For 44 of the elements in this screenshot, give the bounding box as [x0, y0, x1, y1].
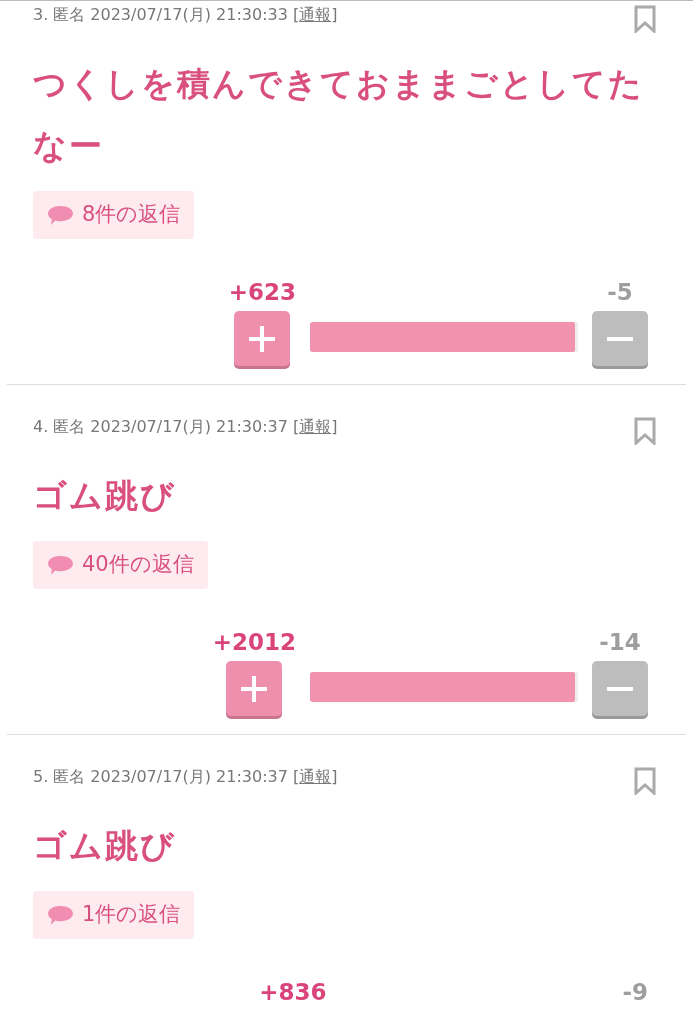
- post-title[interactable]: つくしを積んできておままごとしてたなー: [33, 53, 660, 177]
- bracket: ]: [331, 4, 338, 26]
- bracket: [: [292, 766, 300, 788]
- minus-score: -14: [599, 629, 641, 655]
- post-number: 4.: [33, 416, 49, 438]
- speech-bubble-icon: [47, 904, 74, 926]
- plus-score: +2012: [212, 629, 296, 655]
- plus-button[interactable]: [226, 661, 283, 716]
- plus-score: +836: [259, 979, 327, 1005]
- minus-icon: [605, 686, 635, 691]
- post-timestamp: 2023/07/17(月) 21:30:37: [90, 416, 288, 438]
- plus-button[interactable]: [234, 311, 291, 366]
- author-name: 匿名: [53, 416, 86, 438]
- post-timestamp: 2023/07/17(月) 21:30:33: [90, 4, 288, 26]
- author-name: 匿名: [53, 4, 86, 26]
- report-link[interactable]: 通報: [299, 415, 332, 439]
- post-title[interactable]: ゴム跳び: [33, 465, 660, 527]
- speech-bubble-icon: [47, 204, 74, 226]
- bracket: ]: [331, 766, 338, 788]
- replies-button[interactable]: 40件の返信: [33, 541, 208, 589]
- minus-score: -9: [622, 979, 648, 1005]
- bookmark-icon[interactable]: [633, 417, 657, 445]
- plus-icon: [239, 673, 270, 704]
- speech-bubble-icon: [47, 554, 74, 576]
- minus-score: -5: [607, 279, 633, 305]
- minus-button[interactable]: [592, 311, 648, 366]
- report-link[interactable]: 通報: [299, 765, 332, 789]
- bracket: [: [292, 416, 300, 438]
- post-timestamp: 2023/07/17(月) 21:30:37: [90, 766, 288, 788]
- bracket: ]: [331, 416, 338, 438]
- report-link[interactable]: 通報: [299, 3, 332, 27]
- minus-icon: [605, 336, 635, 341]
- post-number: 3.: [33, 4, 49, 26]
- author-name: 匿名: [53, 766, 86, 788]
- replies-button[interactable]: 8件の返信: [33, 191, 195, 239]
- bookmark-icon[interactable]: [633, 5, 657, 33]
- replies-button[interactable]: 1件の返信: [33, 891, 195, 939]
- post-title[interactable]: ゴム跳び: [33, 815, 660, 877]
- bookmark-icon[interactable]: [633, 767, 657, 795]
- minus-button[interactable]: [592, 661, 648, 716]
- plus-icon: [247, 323, 278, 354]
- plus-score: +623: [228, 279, 296, 305]
- post-number: 5.: [33, 766, 49, 788]
- bracket: [: [292, 4, 300, 26]
